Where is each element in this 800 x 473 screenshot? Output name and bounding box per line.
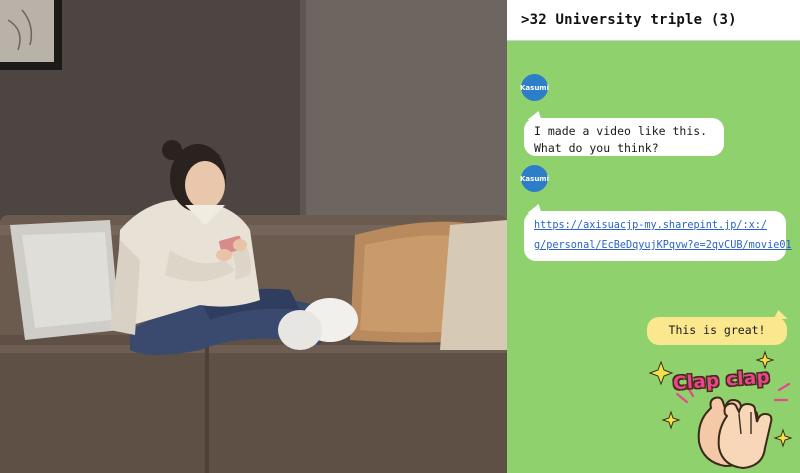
message-bubble[interactable]: I made a video like this. What do you th… (524, 118, 724, 156)
woman-on-sofa-illustration (0, 0, 507, 473)
message-link[interactable]: g/personal/EcBeDqyujKPqvw?e=2qvCUB/movie… (534, 237, 792, 254)
clapping-hands-icon (648, 350, 793, 470)
avatar-kasumi[interactable]: Kasumi (520, 74, 549, 101)
message-bubble[interactable]: https://axisuacjp-my.sharepint.jp/:x:/ g… (524, 211, 792, 261)
chat-header: >32 University triple (3) (507, 0, 800, 41)
message-line: What do you think? (534, 141, 659, 155)
own-message-text: This is great! (668, 323, 766, 337)
message-link[interactable]: https://axisuacjp-my.sharepint.jp/:x:/ (534, 217, 776, 234)
avatar-label: Kasumi (520, 174, 549, 183)
avatar-label: Kasumi (520, 83, 549, 92)
photo-scene (0, 0, 507, 473)
clap-sticker[interactable]: Clap clap (647, 350, 797, 472)
own-message-bubble[interactable]: This is great! (647, 317, 787, 345)
chat-panel: >32 University triple (3) Kasumi I made … (507, 0, 800, 473)
message-line: I made a video like this. (534, 124, 708, 138)
avatar-kasumi[interactable]: Kasumi (520, 165, 549, 192)
chat-title: >32 University triple (3) (521, 12, 737, 28)
